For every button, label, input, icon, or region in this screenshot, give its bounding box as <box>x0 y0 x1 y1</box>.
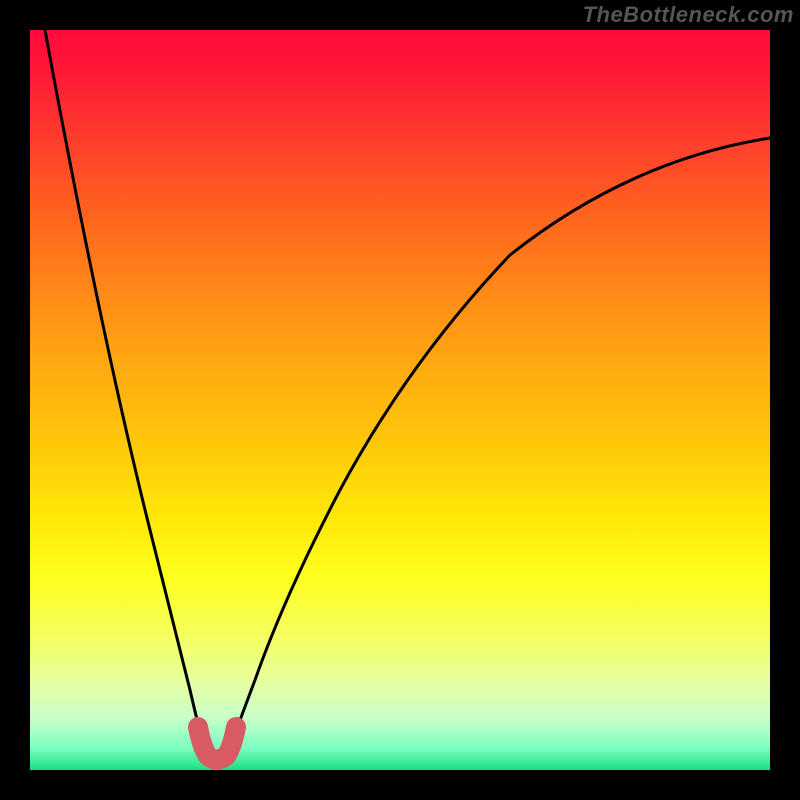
curve-bottom-u <box>198 727 236 760</box>
curve-left-branch <box>45 30 203 742</box>
watermark: TheBottleneck.com <box>583 2 794 28</box>
curve-right-branch <box>232 138 770 742</box>
chart-curves <box>30 30 770 770</box>
chart-frame: TheBottleneck.com <box>0 0 800 800</box>
